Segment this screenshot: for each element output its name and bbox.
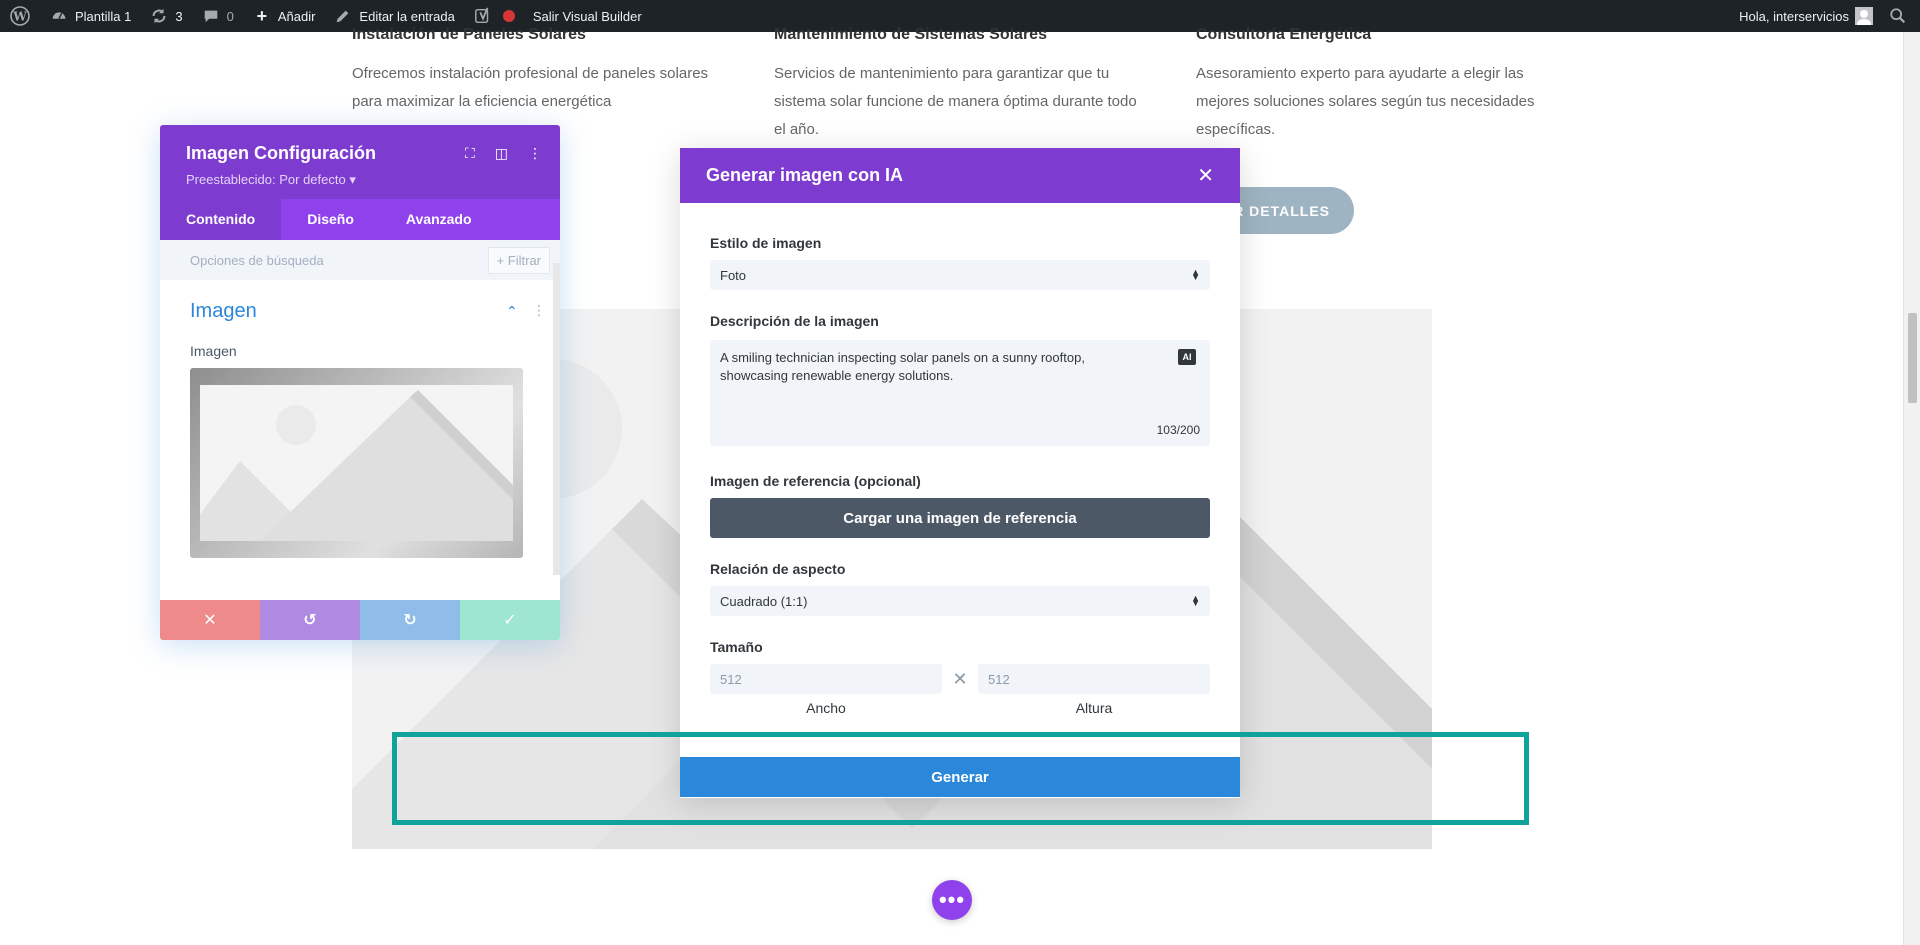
service-text: Servicios de mantenimiento para garantiz… <box>774 65 1137 138</box>
comment-icon <box>201 6 221 26</box>
adminbar-search[interactable] <box>1882 0 1920 32</box>
svg-text:W: W <box>12 10 27 24</box>
scroll-thumb[interactable] <box>1908 313 1917 403</box>
image-upload-field[interactable] <box>190 368 523 558</box>
section-options-icon[interactable]: ⋮ <box>532 302 546 319</box>
select-arrows-icon: ▲ ▼ <box>1191 593 1200 608</box>
tab-content[interactable]: Contenido <box>160 199 282 240</box>
site-name-menu[interactable]: Plantilla 1 <box>40 0 140 32</box>
highlight-frame <box>392 732 1529 825</box>
service-text: Ofrecemos instalación profesional de pan… <box>352 65 709 110</box>
service-text: Asesoramiento experto para ayudarte a el… <box>1196 65 1535 138</box>
image-section-title[interactable]: Imagen <box>190 300 257 323</box>
updates-menu[interactable]: 3 <box>140 0 191 32</box>
search-icon <box>1888 6 1908 26</box>
tab-advanced[interactable]: Avanzado <box>380 199 498 240</box>
times-icon: ✕ <box>952 668 968 689</box>
style-select[interactable]: Foto ▲ ▼ <box>710 260 1210 290</box>
save-button[interactable]: ✓ <box>460 600 560 640</box>
settings-tabs: Contenido Diseño Avanzado <box>160 199 560 240</box>
service-card-installation: Instalación de Paneles Solares Ofrecemos… <box>352 26 722 116</box>
description-label: Descripción de la imagen <box>710 313 879 329</box>
service-title: Consultoría Energética <box>1196 26 1372 43</box>
upload-reference-button[interactable]: Cargar una imagen de referencia <box>710 498 1210 538</box>
size-label: Tamaño <box>710 639 763 655</box>
updates-count: 3 <box>175 8 183 24</box>
reference-label: Imagen de referencia (opcional) <box>710 473 921 489</box>
pencil-icon <box>333 6 353 26</box>
columns-icon[interactable]: ◫ <box>495 145 508 162</box>
generate-image-modal: Generar imagen con IA ✕ Estilo de imagen… <box>680 148 1240 798</box>
aspect-value: Cuadrado (1:1) <box>720 593 808 609</box>
greeting: Hola, interservicios <box>1739 8 1849 24</box>
style-value: Foto <box>720 267 747 283</box>
comments-menu[interactable]: 0 <box>192 0 243 32</box>
description-text: A smiling technician inspecting solar pa… <box>720 350 1085 383</box>
char-count: 103/200 <box>1156 423 1200 437</box>
tab-design[interactable]: Diseño <box>281 199 380 240</box>
height-label: Altura <box>1075 700 1113 716</box>
options-search-input[interactable]: Opciones de búsqueda <box>190 253 324 268</box>
updates-icon <box>149 6 169 26</box>
yoast-icon <box>473 6 493 26</box>
close-icon[interactable]: ✕ <box>1197 163 1214 188</box>
modal-header: Generar imagen con IA ✕ <box>680 148 1240 203</box>
panel-scrollbar[interactable] <box>553 263 560 575</box>
settings-header: Imagen Configuración Preestablecido: Por… <box>160 125 560 199</box>
service-card-consulting: Consultoría Energética Asesoramiento exp… <box>1196 26 1556 144</box>
expand-icon[interactable]: ⛶ <box>465 145 475 162</box>
service-title: Instalación de Paneles Solares <box>352 26 586 43</box>
exit-visual-builder-label: Salir Visual Builder <box>532 8 642 24</box>
comments-count: 0 <box>226 8 234 24</box>
select-arrows-icon: ▲ ▼ <box>1191 267 1200 282</box>
page-scrollbar[interactable] <box>1903 32 1920 945</box>
service-card-maintenance: Mantenimiento de Sistemas Solares Servic… <box>774 26 1144 144</box>
filter-button[interactable]: + Filtrar <box>487 246 550 274</box>
plus-icon: + <box>256 5 268 26</box>
seo-status-dot <box>502 10 515 22</box>
options-search-bar: Opciones de búsqueda + Filtrar <box>160 240 560 280</box>
avatar <box>1855 7 1873 25</box>
wordpress-logo-icon[interactable]: W <box>0 0 40 32</box>
dashboard-icon <box>49 6 69 26</box>
aspect-select[interactable]: Cuadrado (1:1) ▲ ▼ <box>710 586 1210 616</box>
account-menu[interactable]: Hola, interservicios <box>1730 0 1882 32</box>
add-new-label: Añadir <box>277 8 316 24</box>
undo-button[interactable]: ↺ <box>260 600 360 640</box>
site-name: Plantilla 1 <box>75 8 132 24</box>
chevron-up-icon[interactable]: ⌃ <box>506 303 518 320</box>
discard-button[interactable]: ✕ <box>160 600 260 640</box>
add-new-menu[interactable]: + Añadir <box>243 0 325 32</box>
width-input[interactable]: 512 <box>710 664 942 694</box>
description-textarea[interactable]: A smiling technician inspecting solar pa… <box>710 340 1210 446</box>
image-field-label: Imagen <box>190 343 237 359</box>
edit-post-label: Editar la entrada <box>359 8 455 24</box>
service-title: Mantenimiento de Sistemas Solares <box>774 26 1047 43</box>
settings-footer: ✕ ↺ ↻ ✓ <box>160 600 560 640</box>
ai-badge[interactable]: AI <box>1178 349 1196 365</box>
aspect-label: Relación de aspecto <box>710 561 846 577</box>
style-label: Estilo de imagen <box>710 235 822 251</box>
more-options-icon[interactable]: ⋮ <box>528 145 542 162</box>
width-label: Ancho <box>806 700 846 716</box>
redo-button[interactable]: ↻ <box>360 600 460 640</box>
preset-selector[interactable]: Preestablecido: Por defecto ▾ <box>186 172 534 188</box>
image-settings-panel: Imagen Configuración Preestablecido: Por… <box>160 125 560 640</box>
height-input[interactable]: 512 <box>978 664 1210 694</box>
modal-title: Generar imagen con IA <box>706 165 904 185</box>
more-actions-button[interactable]: ••• <box>932 880 972 920</box>
